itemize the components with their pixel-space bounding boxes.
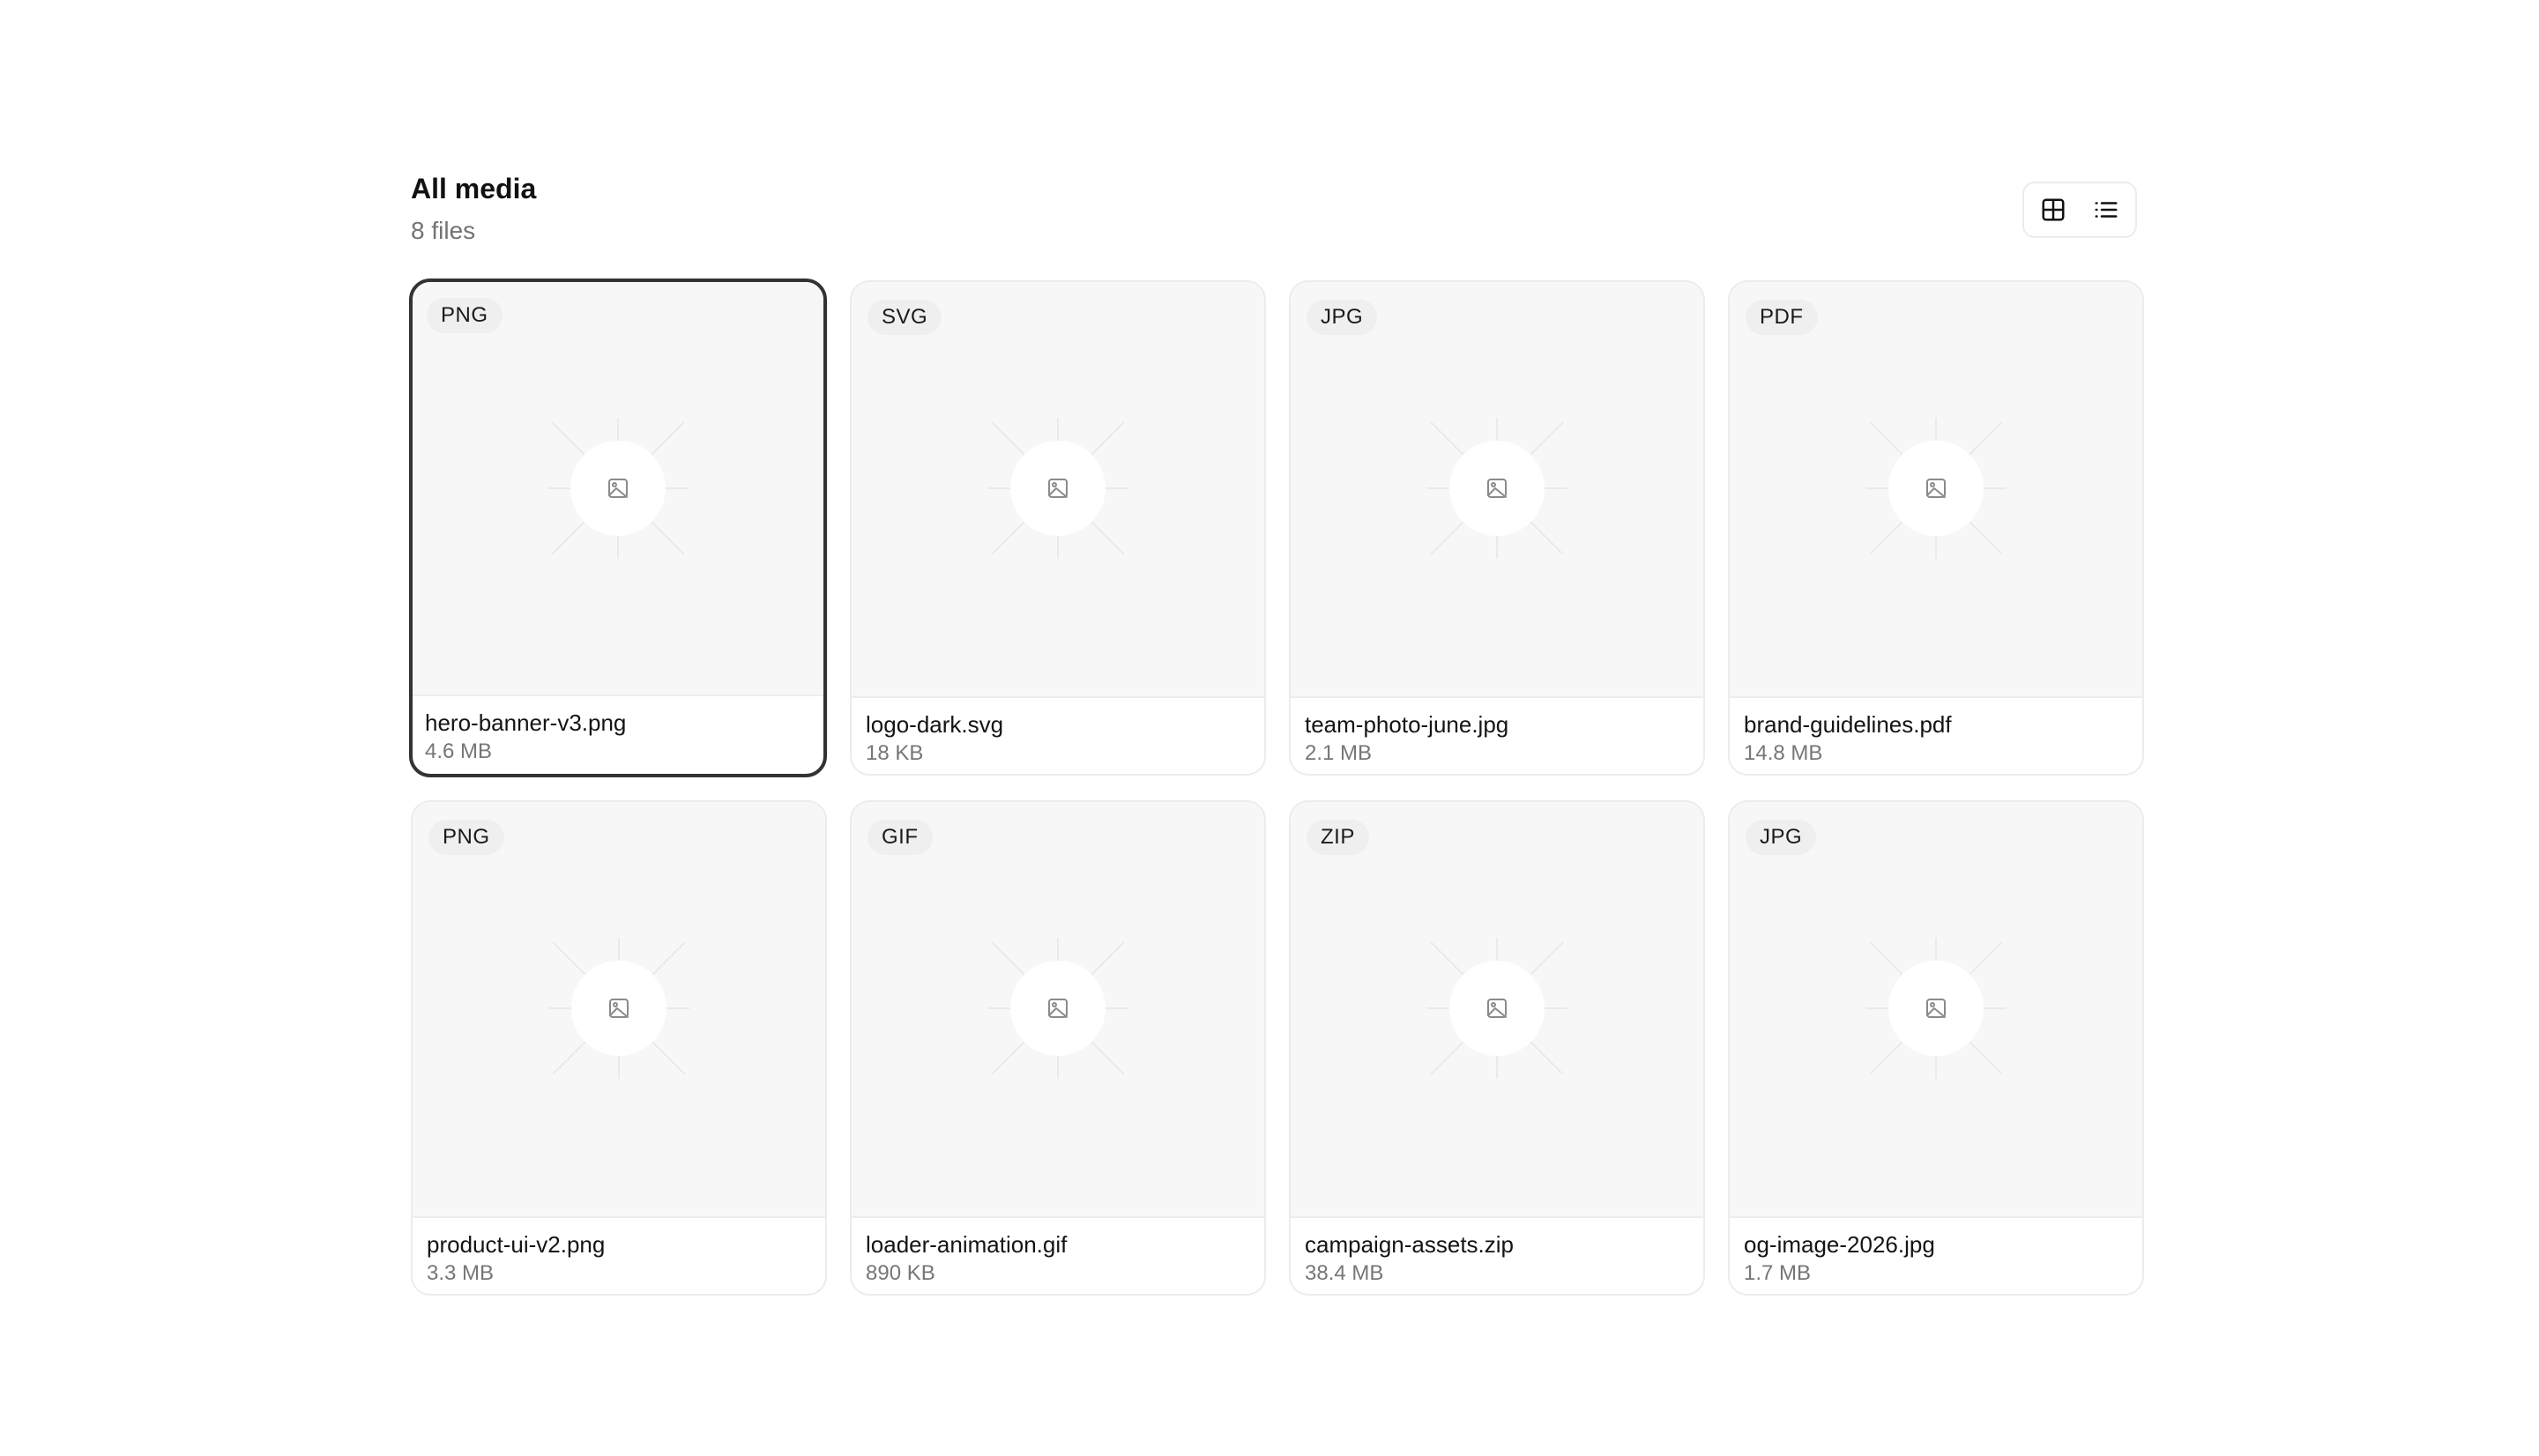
file-size: 2.1 MB [1305,741,1373,765]
file-name: brand-guidelines.pdf [1744,711,1952,738]
media-thumbnail: GIF [852,802,1264,1218]
file-size: 4.6 MB [425,739,493,763]
image-placeholder [1865,938,2007,1079]
file-type-badge: GIF [867,820,933,855]
media-thumbnail: SVG [852,282,1264,698]
media-meta: campaign-assets.zip 38.4 MB [1291,1218,1703,1294]
media-card-brand-guidelines-pdf[interactable]: PDF brand-guidelines.pdf 14.8 MB [1728,280,2144,776]
image-placeholder [548,938,689,1079]
file-type-badge: PNG [428,820,504,855]
file-name: campaign-assets.zip [1305,1231,1514,1258]
file-name: hero-banner-v3.png [425,709,627,736]
media-thumbnail: PNG [413,282,823,696]
image-placeholder [987,938,1128,1079]
list-icon [2095,202,2118,218]
image-placeholder [1426,418,1567,559]
file-size: 3.3 MB [427,1261,495,1285]
file-size: 18 KB [866,741,924,765]
grid-view-button[interactable] [2031,188,2075,232]
file-type-badge: PDF [1746,300,1818,335]
media-card-product-ui-v2-png[interactable]: PNG product-ui-v2.png 3.3 MB [411,800,827,1296]
image-placeholder [1865,418,2007,559]
file-size: 38.4 MB [1305,1261,1384,1285]
media-card-campaign-assets-zip[interactable]: ZIP campaign-assets.zip 38.4 MB [1289,800,1705,1296]
image-placeholder [547,418,689,559]
list-view-button[interactable] [2084,188,2128,232]
media-card-logo-dark-svg[interactable]: SVG logo-dark.svg 18 KB [850,280,1266,776]
media-thumbnail: ZIP [1291,802,1703,1218]
media-thumbnail: PNG [413,802,825,1218]
media-card-og-image-2026-jpg[interactable]: JPG og-image-2026.jpg 1.7 MB [1728,800,2144,1296]
file-type-badge: PNG [427,298,503,333]
file-type-badge: JPG [1746,820,1817,855]
file-name: loader-animation.gif [866,1231,1068,1258]
file-size: 1.7 MB [1744,1261,1812,1285]
media-thumbnail: JPG [1730,802,2142,1218]
media-meta: product-ui-v2.png 3.3 MB [413,1218,825,1294]
file-size: 14.8 MB [1744,741,1823,765]
file-type-badge: ZIP [1307,820,1369,855]
view-toggle [2022,182,2137,238]
media-meta: og-image-2026.jpg 1.7 MB [1730,1218,2142,1294]
media-library-page: All media 8 files PNG hero-banner-v3.png… [0,0,2539,1456]
file-type-badge: SVG [867,300,942,335]
media-meta: loader-animation.gif 890 KB [852,1218,1264,1294]
media-thumbnail: JPG [1291,282,1703,698]
media-card-hero-banner-v3-png[interactable]: PNG hero-banner-v3.png 4.6 MB [409,279,827,777]
image-placeholder [987,418,1128,559]
media-meta: logo-dark.svg 18 KB [852,698,1264,774]
file-type-badge: JPG [1307,300,1378,335]
media-meta: hero-banner-v3.png 4.6 MB [413,696,823,774]
image-placeholder [1426,938,1567,1079]
media-card-team-photo-june-jpg[interactable]: JPG team-photo-june.jpg 2.1 MB [1289,280,1705,776]
media-meta: brand-guidelines.pdf 14.8 MB [1730,698,2142,774]
file-name: og-image-2026.jpg [1744,1231,1935,1258]
grid-icon [2042,198,2065,221]
media-header: All media 8 files [411,169,2139,257]
page-title: All media [411,173,537,204]
file-size: 890 KB [866,1261,935,1285]
media-thumbnail: PDF [1730,282,2142,698]
file-name: team-photo-june.jpg [1305,711,1509,738]
media-meta: team-photo-june.jpg 2.1 MB [1291,698,1703,774]
file-name: logo-dark.svg [866,711,1004,738]
file-count: 8 files [411,217,476,244]
file-name: product-ui-v2.png [427,1231,606,1258]
media-card-loader-animation-gif[interactable]: GIF loader-animation.gif 890 KB [850,800,1266,1296]
